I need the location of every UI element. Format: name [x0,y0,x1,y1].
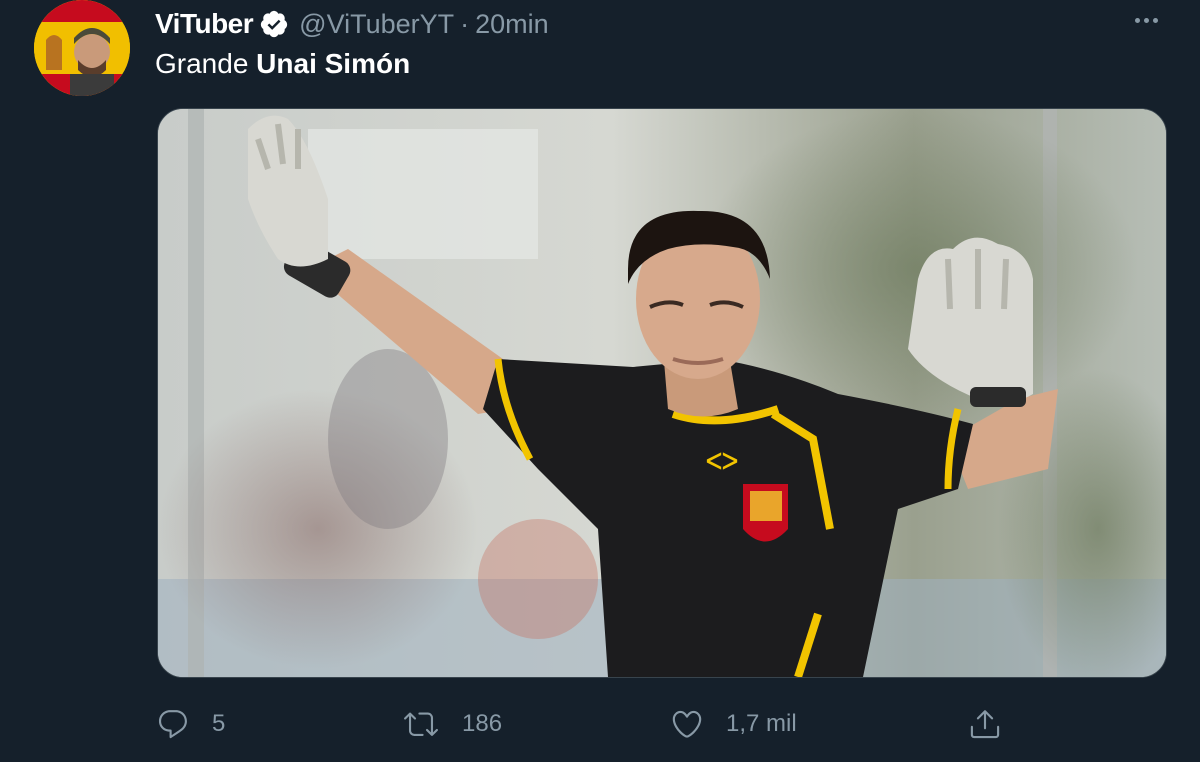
verified-badge-icon [259,9,289,39]
like-count: 1,7 mil [726,710,797,737]
user-handle[interactable]: @ViTuberYT [299,9,454,40]
tweet-text-prefix: Grande [155,48,257,79]
share-button[interactable] [968,700,1002,748]
retweet-button[interactable]: 186 [402,700,502,748]
tweet: ViTuber @ViTuberYT · 20min Grande Unai S… [0,0,1200,762]
avatar-image [34,0,130,96]
avatar[interactable] [34,0,130,96]
tweet-actions: 5 186 1,7 mil [0,700,1200,748]
tweet-header: ViTuber @ViTuberYT · 20min [155,4,549,44]
more-dots-icon[interactable] [1126,8,1166,32]
like-button[interactable]: 1,7 mil [670,700,797,748]
goalkeeper-photo: ᐸᐳ [158,109,1166,677]
svg-text:ᐸᐳ: ᐸᐳ [706,449,738,474]
heart-icon [672,710,702,738]
tweet-text-mention: Unai Simón [256,48,411,79]
retweet-count: 186 [462,710,503,737]
separator-dot: · [460,8,470,39]
share-icon [970,710,1000,739]
reply-count: 5 [212,710,226,737]
display-name[interactable]: ViTuber [155,8,254,40]
tweet-timestamp[interactable]: 20min [475,9,549,40]
retweet-icon [404,712,438,736]
reply-icon [158,710,187,739]
reply-button[interactable]: 5 [156,700,225,748]
tweet-photo[interactable]: ᐸᐳ [157,108,1167,678]
tweet-text: Grande Unai Simón [155,48,410,80]
